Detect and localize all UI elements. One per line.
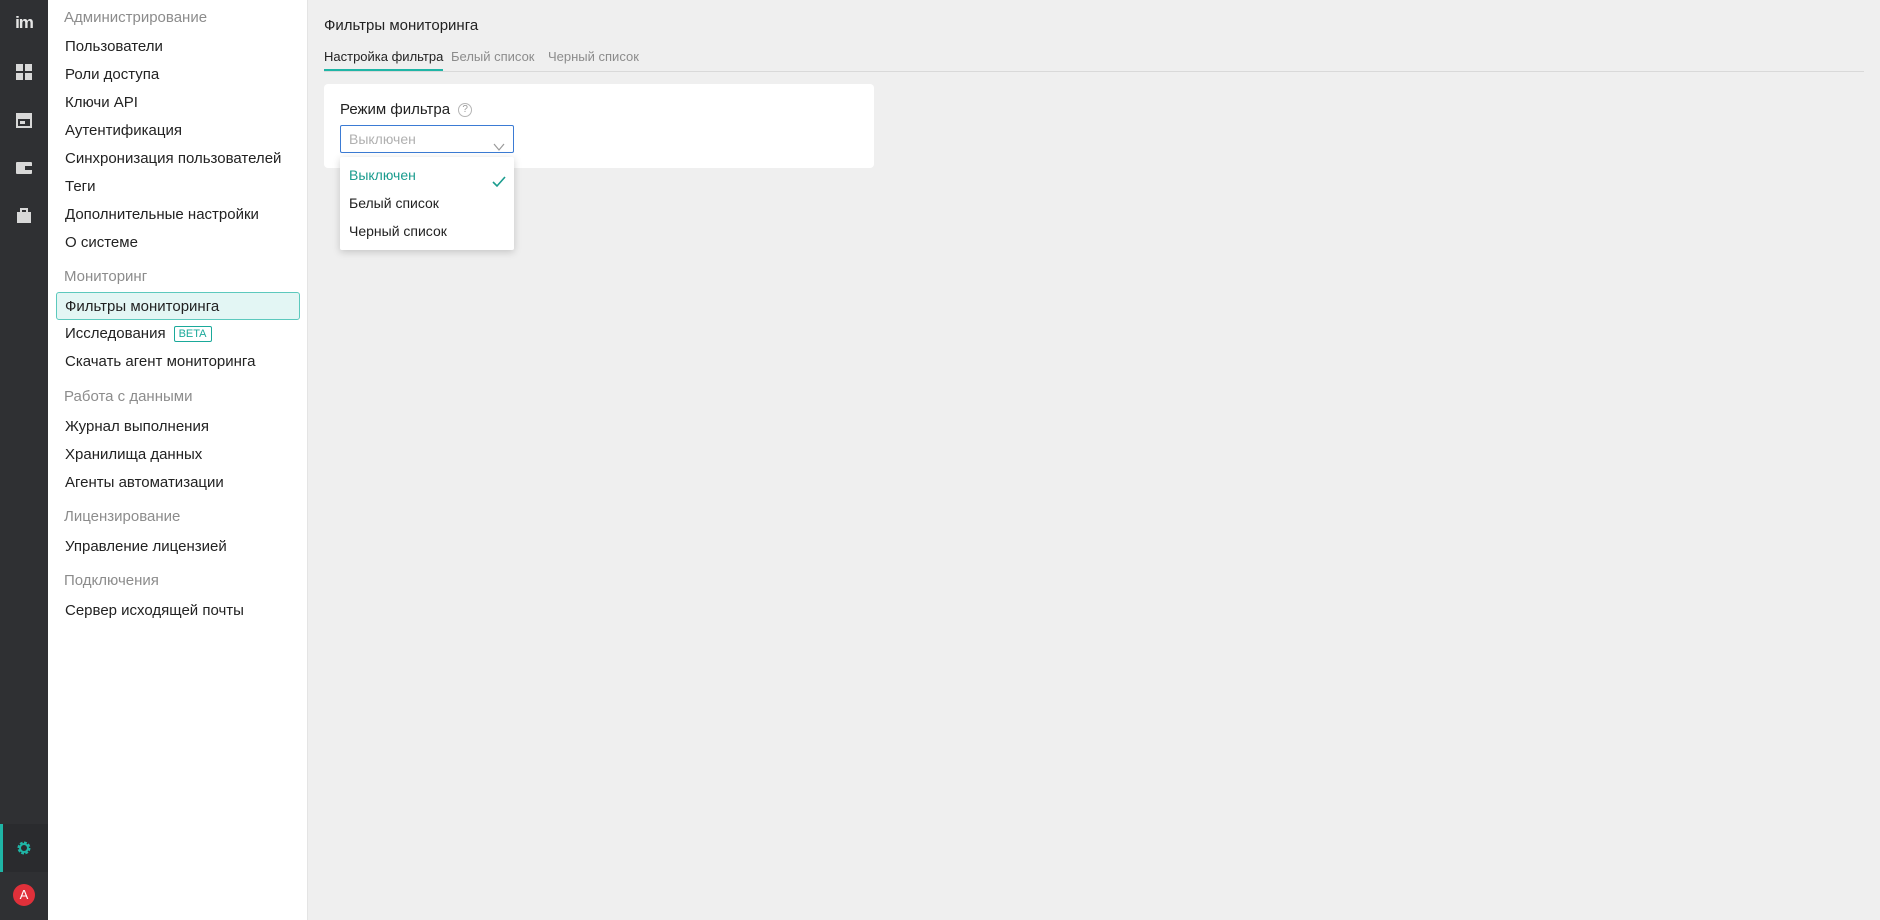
sidebar-item-api-keys[interactable]: Ключи API xyxy=(56,88,300,116)
sidebar-item-authentication[interactable]: Аутентификация xyxy=(56,116,300,144)
briefcase-icon[interactable] xyxy=(0,192,48,240)
sidebar-item-about[interactable]: О системе xyxy=(56,228,300,256)
group-administration: Администрирование xyxy=(64,9,208,26)
sidebar-item-outgoing-mail-server[interactable]: Сервер исходящей почты xyxy=(56,596,300,624)
option-blacklist[interactable]: Черный список xyxy=(340,217,514,245)
filter-mode-select-value: Выключен xyxy=(349,131,416,147)
user-avatar[interactable]: A xyxy=(13,884,35,906)
sidebar-item-access-roles[interactable]: Роли доступа xyxy=(56,60,300,88)
icon-rail: im A xyxy=(0,0,48,920)
tab-bar: Настройка фильтра Белый список Черный сп… xyxy=(324,47,1864,72)
option-off-label: Выключен xyxy=(349,167,416,183)
settings-sidebar: Администрирование Пользователи Роли дост… xyxy=(48,0,308,920)
settings-icon[interactable] xyxy=(0,824,48,872)
sidebar-item-research[interactable]: Исследования BETA xyxy=(56,319,300,347)
tab-blacklist[interactable]: Черный список xyxy=(548,49,639,71)
group-data: Работа с данными xyxy=(64,388,193,405)
filter-mode-dropdown: Выключен Белый список Черный список xyxy=(340,157,514,250)
page-title: Фильтры мониторинга xyxy=(324,17,479,34)
filter-mode-select[interactable]: Выключен xyxy=(340,125,514,153)
group-licensing: Лицензирование xyxy=(64,508,181,525)
sidebar-item-automation-agents[interactable]: Агенты автоматизации xyxy=(56,468,300,496)
app-logo[interactable]: im xyxy=(0,10,48,36)
sidebar-item-user-sync[interactable]: Синхронизация пользователей xyxy=(56,144,300,172)
sidebar-item-monitoring-filters[interactable]: Фильтры мониторинга xyxy=(56,292,300,320)
sidebar-item-users[interactable]: Пользователи xyxy=(56,32,300,60)
sidebar-item-execution-log[interactable]: Журнал выполнения xyxy=(56,412,300,440)
sidebar-item-license-management[interactable]: Управление лицензией xyxy=(56,532,300,560)
sidebar-item-tags[interactable]: Теги xyxy=(56,172,300,200)
filter-settings-card: Режим фильтра ? Выключен xyxy=(324,84,874,168)
group-monitoring: Мониторинг xyxy=(64,268,148,285)
option-whitelist[interactable]: Белый список xyxy=(340,189,514,217)
group-connections: Подключения xyxy=(64,572,159,589)
sidebar-item-data-storage[interactable]: Хранилища данных xyxy=(56,440,300,468)
sidebar-item-additional-settings[interactable]: Дополнительные настройки xyxy=(56,200,300,228)
wallet-icon[interactable] xyxy=(0,144,48,192)
filter-mode-label-text: Режим фильтра xyxy=(340,101,451,118)
sidebar-item-download-agent[interactable]: Скачать агент мониторинга xyxy=(56,347,300,375)
help-icon[interactable]: ? xyxy=(458,102,473,117)
sidebar-item-research-label: Исследования xyxy=(65,325,166,342)
dashboard-icon[interactable] xyxy=(0,48,48,96)
tab-filter-settings[interactable]: Настройка фильтра xyxy=(324,49,444,71)
filter-mode-label: Режим фильтра ? xyxy=(340,101,473,118)
store-icon[interactable] xyxy=(0,96,48,144)
beta-badge: BETA xyxy=(173,326,212,342)
main-content: Фильтры мониторинга Настройка фильтра Бе… xyxy=(308,0,1880,920)
option-off[interactable]: Выключен xyxy=(340,161,514,189)
tab-whitelist[interactable]: Белый список xyxy=(451,49,535,71)
